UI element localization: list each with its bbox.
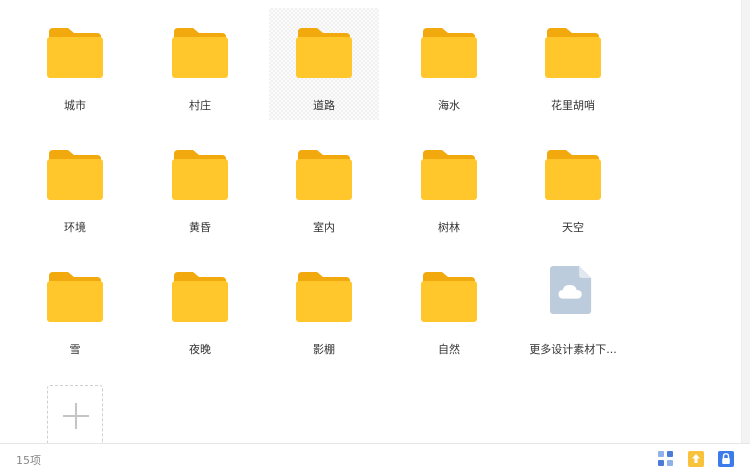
folder-icon bbox=[47, 150, 103, 200]
folder-icon bbox=[421, 150, 477, 200]
folder-item[interactable]: 夜晚 bbox=[145, 252, 255, 364]
cloud-file-icon bbox=[550, 266, 592, 314]
item-label: 树林 bbox=[438, 221, 460, 234]
item-label: 天空 bbox=[562, 221, 584, 234]
folder-item[interactable]: 黄昏 bbox=[145, 130, 255, 242]
folder-icon bbox=[296, 28, 352, 78]
cloud-file-item[interactable]: 更多设计素材下... bbox=[518, 252, 628, 364]
item-label: 夜晚 bbox=[189, 343, 211, 356]
folder-item[interactable]: 道路 bbox=[269, 8, 379, 120]
item-label: 城市 bbox=[64, 99, 86, 112]
item-label: 自然 bbox=[438, 343, 460, 356]
item-count: 15项 bbox=[16, 454, 41, 467]
vertical-scrollbar[interactable] bbox=[741, 0, 750, 443]
upload-icon[interactable] bbox=[688, 451, 704, 467]
folder-item[interactable]: 村庄 bbox=[145, 8, 255, 120]
status-bar-actions bbox=[658, 451, 734, 467]
folder-icon bbox=[421, 28, 477, 78]
item-label: 影棚 bbox=[313, 343, 335, 356]
folder-item[interactable]: 天空 bbox=[518, 130, 628, 242]
folder-icon bbox=[296, 150, 352, 200]
item-label: 黄昏 bbox=[189, 221, 211, 234]
folder-item[interactable]: 海水 bbox=[394, 8, 504, 120]
item-label: 花里胡哨 bbox=[551, 99, 595, 112]
folder-icon bbox=[47, 272, 103, 322]
folder-item[interactable]: 影棚 bbox=[269, 252, 379, 364]
grid-view-icon[interactable] bbox=[658, 451, 674, 467]
folder-icon bbox=[545, 28, 601, 78]
status-bar: 15项 bbox=[0, 443, 750, 469]
folder-icon bbox=[172, 272, 228, 322]
item-label: 更多设计素材下... bbox=[529, 343, 617, 356]
item-label: 环境 bbox=[64, 221, 86, 234]
folder-icon bbox=[172, 150, 228, 200]
folder-item[interactable]: 城市 bbox=[20, 8, 130, 120]
folder-item[interactable]: 花里胡哨 bbox=[518, 8, 628, 120]
add-item-button[interactable] bbox=[47, 385, 103, 443]
folder-icon bbox=[545, 150, 601, 200]
folder-item[interactable]: 自然 bbox=[394, 252, 504, 364]
item-label: 室内 bbox=[313, 221, 335, 234]
folder-item[interactable]: 室内 bbox=[269, 130, 379, 242]
folder-item[interactable]: 环境 bbox=[20, 130, 130, 242]
item-label: 雪 bbox=[69, 343, 81, 356]
item-label: 村庄 bbox=[189, 99, 211, 112]
item-label: 道路 bbox=[313, 99, 335, 112]
folder-item[interactable]: 雪 bbox=[20, 252, 130, 364]
item-label: 海水 bbox=[438, 99, 460, 112]
folder-icon bbox=[47, 28, 103, 78]
folder-icon bbox=[296, 272, 352, 322]
folder-icon bbox=[172, 28, 228, 78]
lock-icon[interactable] bbox=[718, 451, 734, 467]
folder-item[interactable]: 树林 bbox=[394, 130, 504, 242]
plus-icon bbox=[75, 403, 77, 429]
file-grid: 城市 村庄 道路 海水 花里胡哨 环境 黄昏 室内 树林 天空 雪 夜晚 影棚 … bbox=[0, 0, 740, 443]
file-browser: 城市 村庄 道路 海水 花里胡哨 环境 黄昏 室内 树林 天空 雪 夜晚 影棚 … bbox=[0, 0, 750, 469]
folder-icon bbox=[421, 272, 477, 322]
